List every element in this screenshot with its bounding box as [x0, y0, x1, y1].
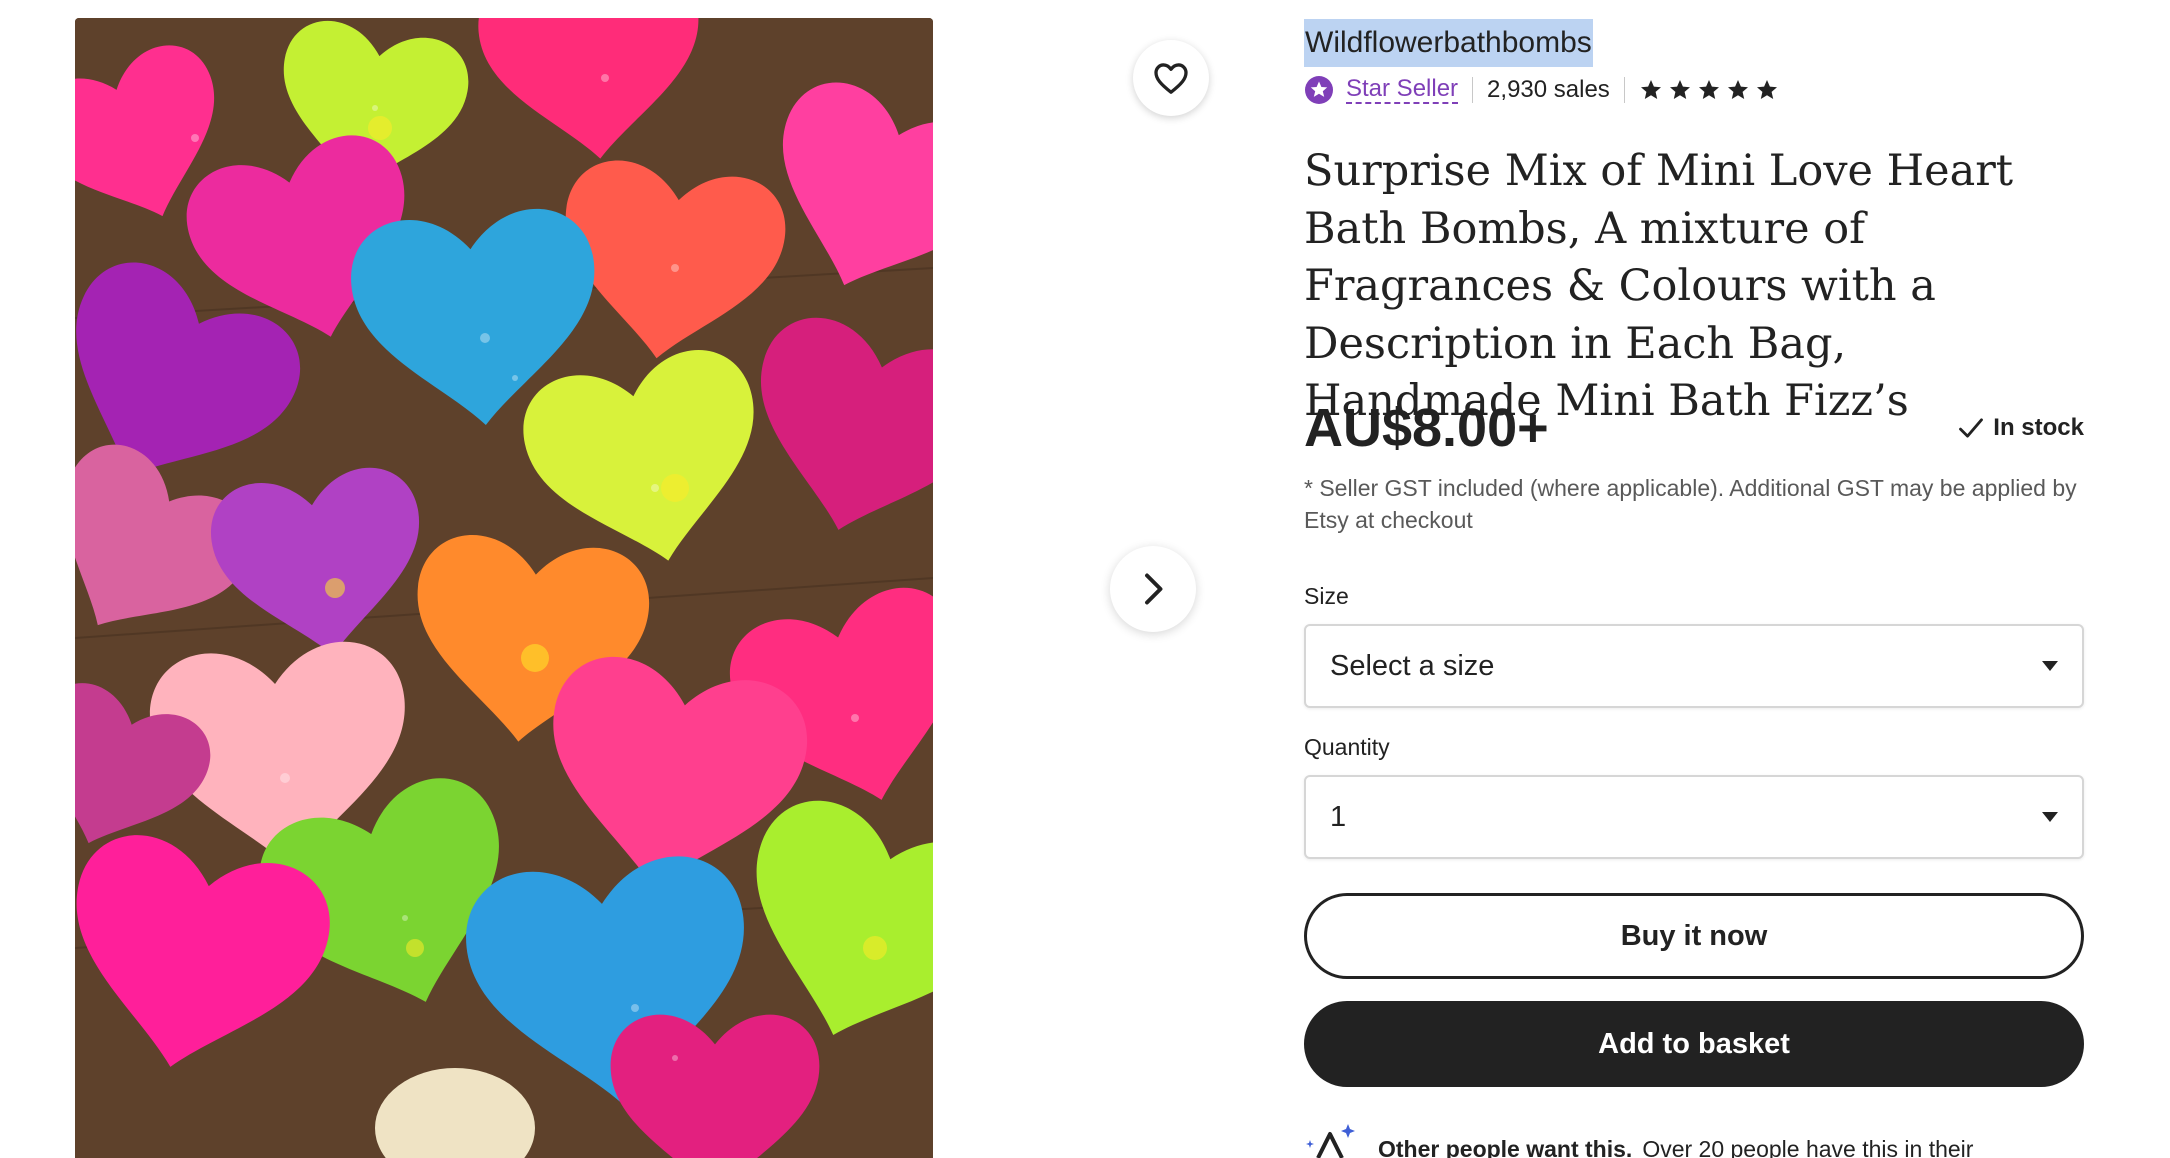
star-seller-link[interactable]: Star Seller: [1346, 76, 1459, 104]
star-rating[interactable]: [1639, 78, 1779, 102]
divider: [1623, 77, 1625, 103]
buy-it-now-button[interactable]: Buy it now: [1304, 893, 2084, 979]
quantity-select-value: 1: [1330, 800, 1347, 833]
size-select-value: Select a size: [1330, 649, 1495, 682]
heart-outline-icon: [1154, 63, 1188, 94]
next-image-button[interactable]: [1110, 546, 1196, 632]
stock-label: In stock: [1993, 414, 2084, 441]
price: AU$8.00+: [1304, 398, 1549, 458]
size-select[interactable]: Select a size: [1304, 624, 2084, 708]
seller-info-row: Star Seller 2,930 sales: [1304, 70, 1779, 110]
stock-status: In stock: [1957, 410, 2084, 446]
gst-note: * Seller GST included (where applicable)…: [1304, 475, 2077, 533]
caret-down-icon: [2042, 812, 2058, 822]
demand-heading: Other people want this.: [1378, 1136, 1633, 1158]
quantity-select[interactable]: 1: [1304, 775, 2084, 859]
favorite-button[interactable]: [1133, 40, 1209, 116]
quantity-label: Quantity: [1304, 734, 1390, 760]
sales-count: 2,930 sales: [1487, 76, 1610, 103]
star-icon: [1727, 80, 1748, 99]
star-icon: [1756, 80, 1777, 99]
caret-down-icon: [2042, 661, 2058, 671]
star-icon: [1698, 80, 1719, 99]
chevron-right-icon: [1145, 573, 1163, 605]
add-to-basket-button[interactable]: Add to basket: [1304, 1001, 2084, 1087]
product-image[interactable]: [75, 18, 933, 1158]
shop-name-link[interactable]: Wildflowerbathbombs: [1304, 19, 1593, 67]
demand-notice: Other people want this. Over 20 people h…: [1304, 1118, 2084, 1158]
demand-text: Over 20 people have this in their: [1642, 1136, 1974, 1158]
divider: [1472, 77, 1474, 103]
star-icon: [1640, 80, 1661, 99]
size-label: Size: [1304, 583, 1349, 609]
bath-bomb-photo: [75, 18, 933, 1158]
checkmark-icon: [1959, 418, 1984, 438]
star-icon: [1669, 80, 1690, 99]
star-seller-badge-icon: [1305, 76, 1333, 104]
listing-title: Surprise Mix of Mini Love Heart Bath Bom…: [1304, 146, 2014, 426]
sparkle-arrows-icon: [1306, 1124, 1355, 1158]
